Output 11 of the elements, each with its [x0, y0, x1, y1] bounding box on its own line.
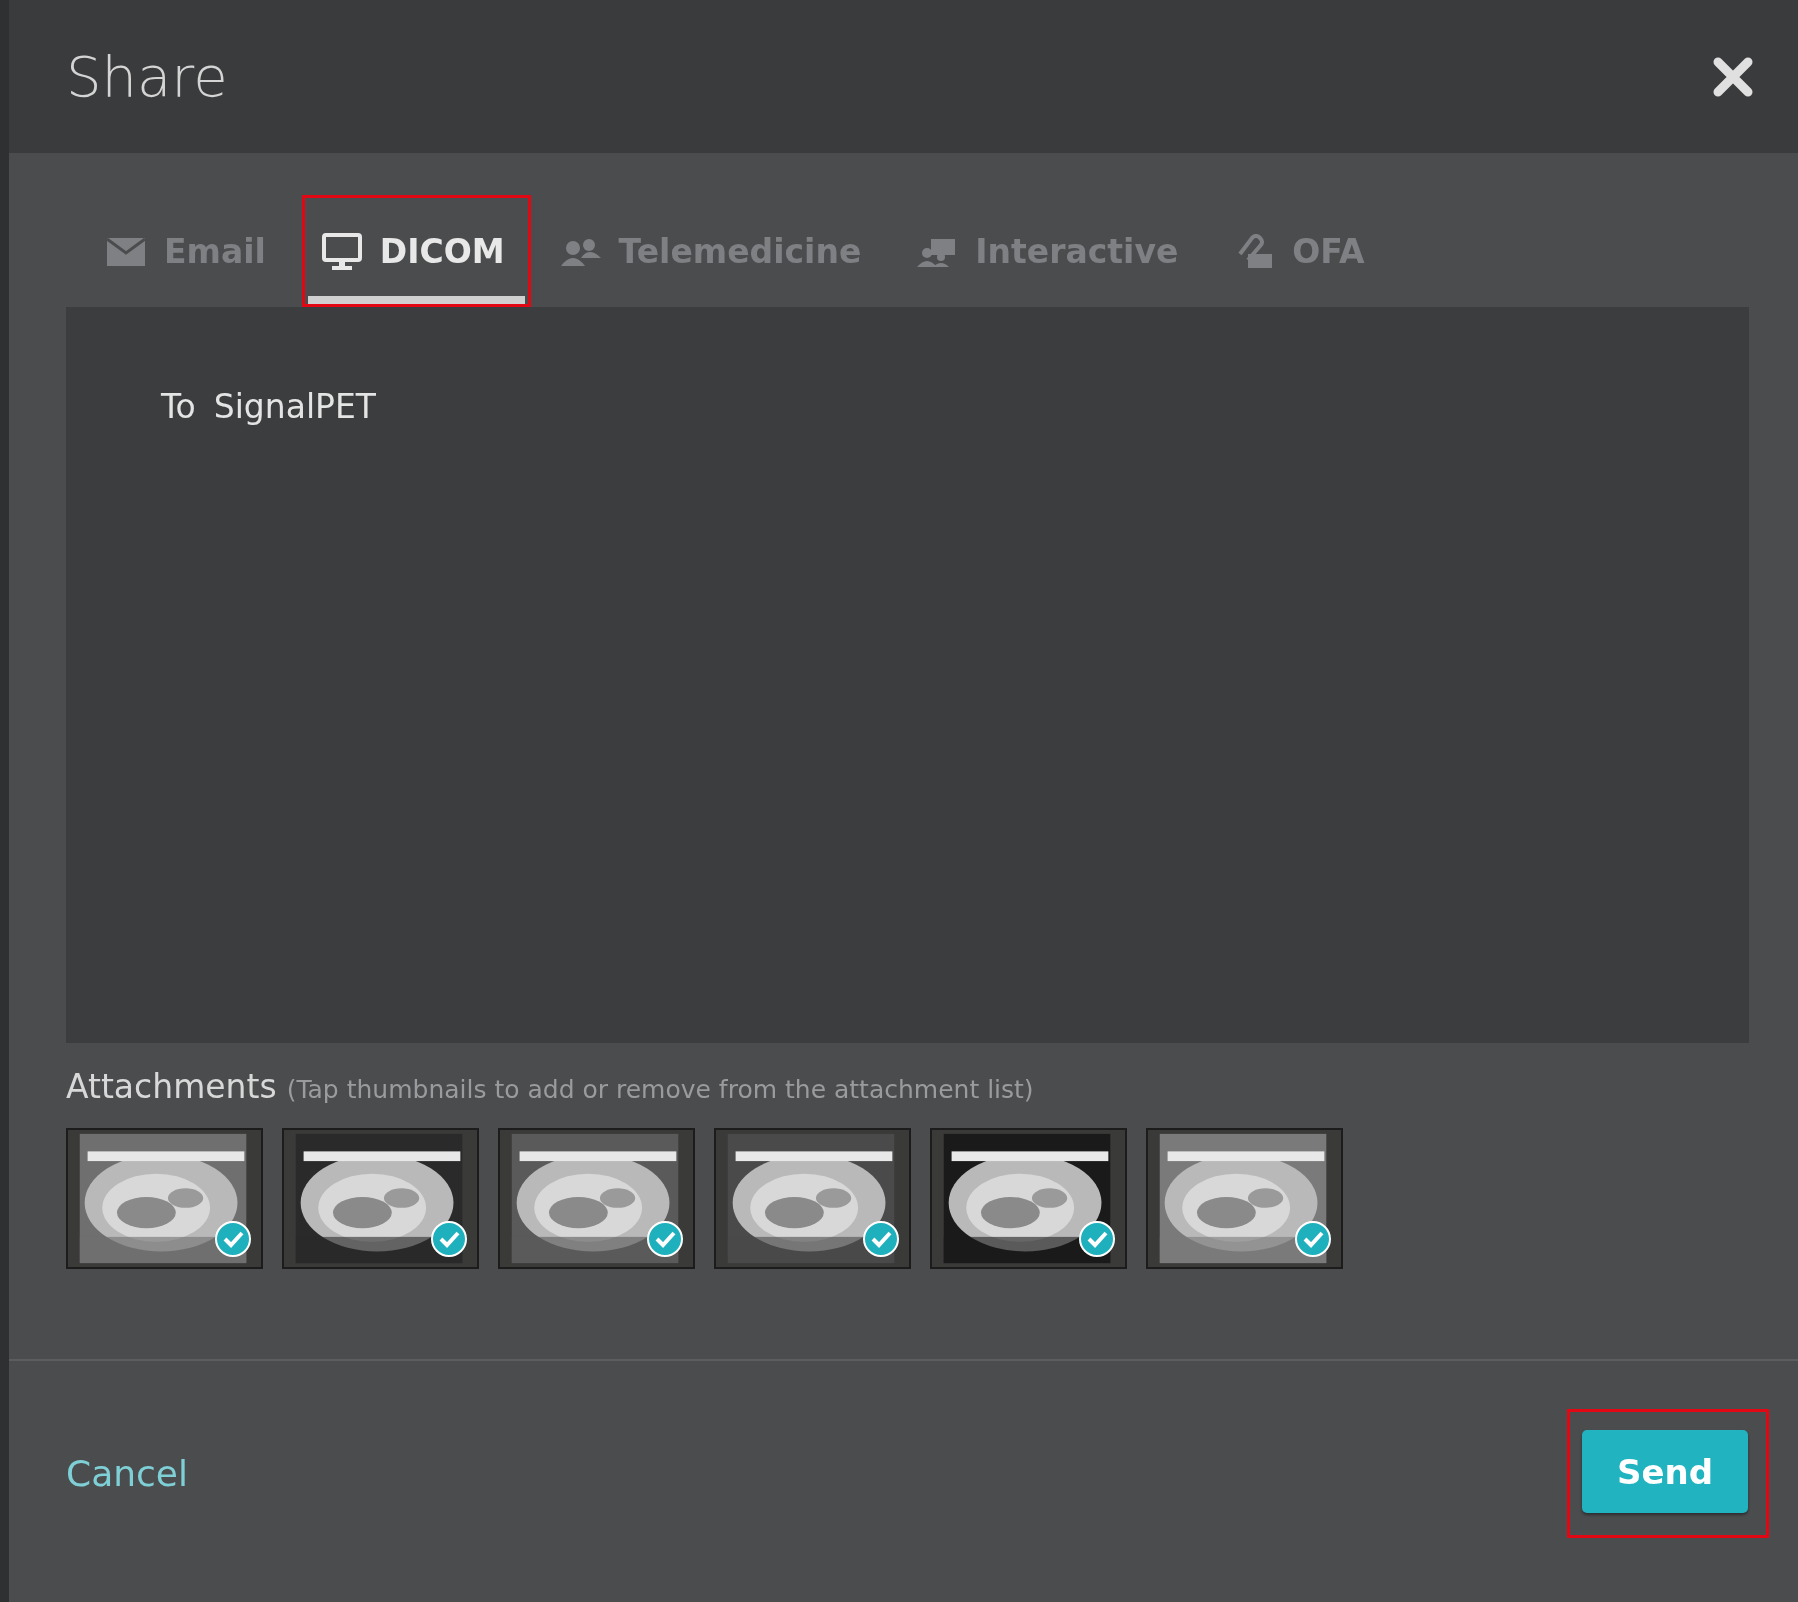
people-icon	[917, 236, 958, 267]
to-label: To	[161, 387, 196, 426]
attachments-label: Attachments	[66, 1067, 277, 1106]
dialog-title: Share	[66, 44, 228, 109]
monitor-icon	[321, 232, 362, 271]
cancel-link[interactable]: Cancel	[66, 1453, 188, 1494]
send-button[interactable]: Send	[1582, 1430, 1748, 1513]
recipient: SignalPET	[213, 387, 377, 426]
close-icon	[1712, 55, 1754, 98]
attachments-hint: (Tap thumbnails to add or remove from the attachment list)	[286, 1075, 1034, 1104]
envelope-icon	[106, 236, 146, 267]
